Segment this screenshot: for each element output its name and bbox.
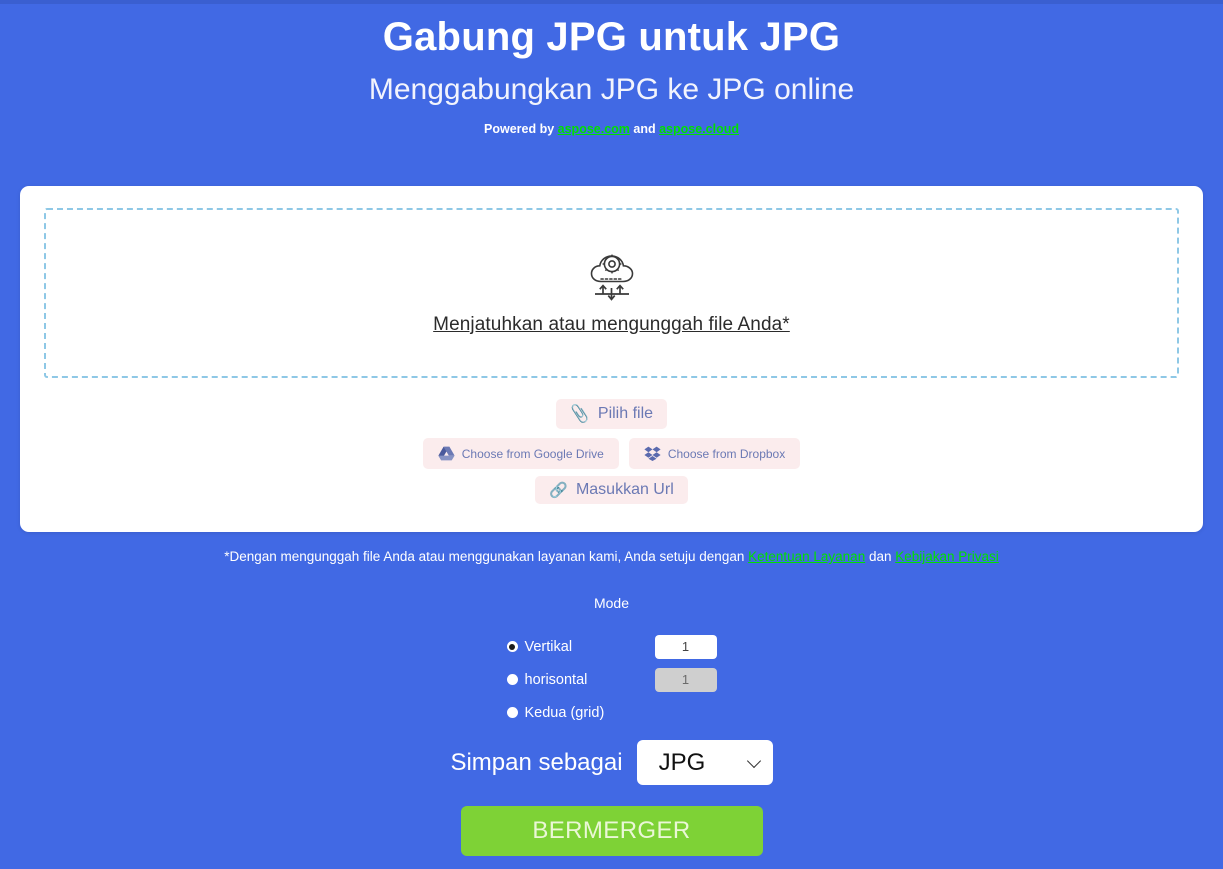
save-as-select[interactable]: JPG (636, 740, 773, 785)
dropzone-label[interactable]: Menjatuhkan atau mengunggah file Anda* (433, 314, 790, 336)
page-title: Gabung JPG untuk JPG (382, 15, 841, 59)
aspose-com-link[interactable]: aspose.com (558, 122, 630, 136)
merge-button[interactable]: BERMERGER (460, 806, 763, 856)
save-as-selected-value: JPG (658, 748, 706, 776)
horisontal-count-input (654, 667, 717, 692)
vertikal-count-input[interactable] (654, 634, 717, 659)
chevron-down-icon (746, 753, 761, 768)
mode-section-label: Mode (593, 595, 630, 611)
privacy-policy-link[interactable]: Kebijakan Privasi (895, 549, 999, 564)
page-root: Gabung JPG untuk JPG Menggabungkan JPG k… (0, 0, 1223, 869)
mode-option-kedua-grid[interactable]: Kedua (grid) (506, 696, 717, 729)
choose-file-button[interactable]: 📎 Pilih file (555, 399, 668, 429)
radio-vertikal[interactable] (506, 641, 518, 652)
paperclip-icon: 📎 (568, 404, 591, 425)
radio-horisontal[interactable] (506, 674, 518, 685)
cloud-upload-gear-icon (582, 250, 642, 302)
powered-by-prefix: Powered by (484, 122, 558, 137)
dropbox-icon (644, 446, 661, 461)
page-header: Gabung JPG untuk JPG Menggabungkan JPG k… (0, 0, 1223, 136)
link-icon: 🔗 (549, 482, 568, 499)
mode-option-horisontal[interactable]: horisontal (506, 663, 717, 696)
page-subtitle: Menggabungkan JPG ke JPG online (368, 73, 855, 107)
dropbox-label: Choose from Dropbox (667, 446, 786, 461)
enter-url-label: Masukkan Url (575, 481, 674, 498)
google-drive-label: Choose from Google Drive (461, 446, 604, 461)
mode-label-kedua-grid: Kedua (grid) (524, 704, 605, 721)
top-accent-strip (0, 0, 1223, 4)
merge-button-row: BERMERGER (0, 806, 1223, 856)
terms-disclaimer: *Dengan mengunggah file Anda atau menggu… (0, 549, 1223, 564)
aspose-cloud-link[interactable]: aspose.cloud (659, 122, 739, 136)
choose-file-row: 📎 Pilih file (20, 399, 1203, 429)
powered-by-middle: and (629, 122, 660, 137)
enter-url-row: 🔗 Masukkan Url (20, 476, 1203, 504)
dropbox-button[interactable]: Choose from Dropbox (628, 438, 801, 469)
google-drive-icon (438, 446, 455, 461)
radio-kedua-grid[interactable] (506, 707, 518, 718)
enter-url-button[interactable]: 🔗 Masukkan Url (535, 476, 688, 504)
mode-options-group: Vertikal horisontal Kedua (grid) (0, 630, 1223, 729)
save-as-label: Simpan sebagai (450, 748, 623, 776)
choose-file-label: Pilih file (597, 405, 654, 422)
cloud-providers-row: Choose from Google Drive Choose from Dro… (20, 438, 1203, 469)
mode-label-vertikal: Vertikal (524, 638, 573, 655)
terms-prefix: *Dengan mengunggah file Anda atau menggu… (224, 549, 749, 564)
upload-card: Menjatuhkan atau mengunggah file Anda* 📎… (20, 186, 1203, 532)
google-drive-button[interactable]: Choose from Google Drive (422, 438, 619, 469)
mode-option-vertikal[interactable]: Vertikal (506, 630, 717, 663)
powered-by-line: Powered by aspose.com and aspose.cloud (0, 122, 1223, 136)
file-dropzone[interactable]: Menjatuhkan atau mengunggah file Anda* (44, 208, 1179, 378)
save-as-row: Simpan sebagai JPG (0, 740, 1223, 785)
grid-input-placeholder (655, 701, 717, 725)
terms-middle: dan (865, 549, 896, 564)
terms-of-service-link[interactable]: Ketentuan Layanan (748, 549, 865, 564)
mode-label-horisontal: horisontal (524, 671, 588, 688)
